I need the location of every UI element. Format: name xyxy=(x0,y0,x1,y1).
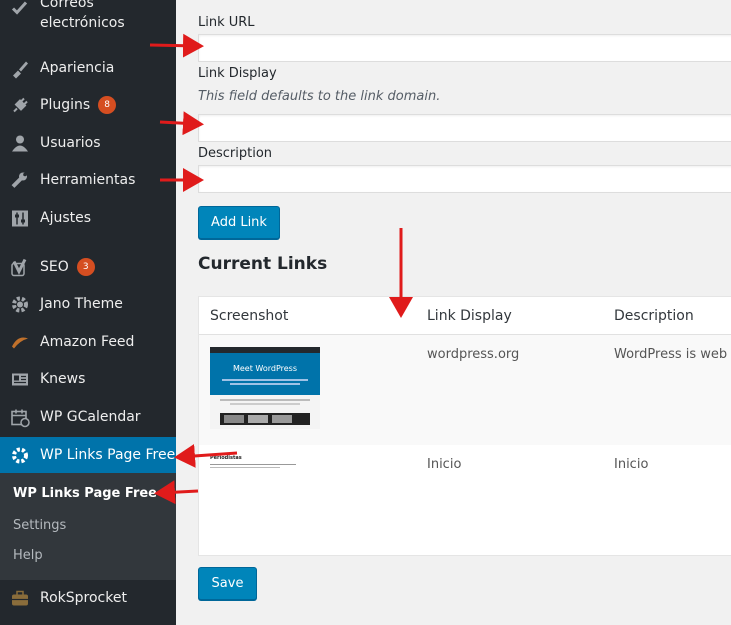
arrow-link-display xyxy=(159,111,204,136)
arrow-submenu-item xyxy=(154,480,199,505)
arrow-menu-item xyxy=(174,443,238,468)
arrow-link-url xyxy=(149,33,204,58)
annotation-arrows xyxy=(149,33,413,505)
